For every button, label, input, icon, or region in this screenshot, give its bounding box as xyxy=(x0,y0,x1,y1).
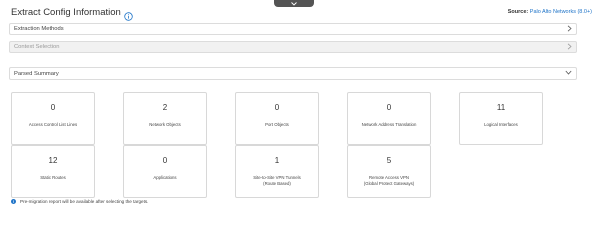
card-value: 12 xyxy=(48,156,58,165)
summary-card-s2s-vpn[interactable]: 1 Site-to-Site VPN Tunnels (Route Based) xyxy=(235,145,319,198)
pre-migration-note: Pre-migration report will be available a… xyxy=(11,199,148,204)
card-label: Network Objects xyxy=(149,122,181,127)
summary-card-network-objects[interactable]: 2 Network Objects xyxy=(123,92,207,145)
chevron-right-icon xyxy=(567,43,572,52)
header: Extract Config Information Source: Palo … xyxy=(11,5,592,21)
pre-migration-note-text: Pre-migration report will be available a… xyxy=(20,199,149,204)
context-selection-section: Context Selection xyxy=(9,41,577,53)
source-info: Source: Palo Alto Networks (8.0+) xyxy=(508,9,592,15)
summary-card-applications[interactable]: 0 Applications xyxy=(123,145,207,198)
title-group: Extract Config Information xyxy=(11,6,133,21)
card-label: Remote Access VPN (Global Protect Gatewa… xyxy=(363,175,415,186)
card-label: Logical Interfaces xyxy=(484,122,518,127)
summary-card-logical-interfaces[interactable]: 11 Logical Interfaces xyxy=(459,92,543,145)
parsed-summary-label: Parsed Summary xyxy=(14,70,59,77)
card-value: 5 xyxy=(386,156,392,165)
card-label: Network Address Translation xyxy=(361,122,417,127)
card-value: 2 xyxy=(162,103,168,112)
summary-card-ra-vpn[interactable]: 5 Remote Access VPN (Global Protect Gate… xyxy=(347,145,431,198)
summary-card-port-objects[interactable]: 0 Port Objects xyxy=(235,92,319,145)
page-title: Extract Config Information xyxy=(11,6,121,18)
card-label: Site-to-Site VPN Tunnels (Route Based) xyxy=(253,175,301,186)
context-selection-label: Context Selection xyxy=(14,44,60,50)
card-label: Applications xyxy=(153,175,177,180)
extraction-methods-section[interactable]: Extraction Methods xyxy=(9,23,577,35)
card-value: 0 xyxy=(274,103,280,112)
parsed-summary-section[interactable]: Parsed Summary xyxy=(9,67,577,80)
card-value: 0 xyxy=(50,103,56,112)
card-value: 1 xyxy=(274,156,280,165)
info-icon[interactable] xyxy=(124,8,133,21)
card-value: 0 xyxy=(162,156,168,165)
chevron-right-icon xyxy=(567,25,572,34)
card-value: 0 xyxy=(386,103,392,112)
source-label: Source: xyxy=(507,9,529,15)
card-label: Static Routes xyxy=(40,175,66,180)
summary-card-nat[interactable]: 0 Network Address Translation xyxy=(347,92,431,145)
chevron-down-icon xyxy=(565,70,572,77)
summary-card-acl[interactable]: 0 Access Control List Lines xyxy=(11,92,95,145)
page: Extract Config Information Source: Palo … xyxy=(0,0,602,250)
summary-card-static-routes[interactable]: 12 Static Routes xyxy=(11,145,95,198)
card-value: 11 xyxy=(496,103,506,112)
source-value[interactable]: Palo Alto Networks (8.0+) xyxy=(530,9,592,15)
card-label: Access Control List Lines xyxy=(28,122,78,127)
extraction-methods-label: Extraction Methods xyxy=(14,26,64,32)
info-filled-icon xyxy=(11,199,16,204)
card-label: Port Objects xyxy=(265,122,289,127)
